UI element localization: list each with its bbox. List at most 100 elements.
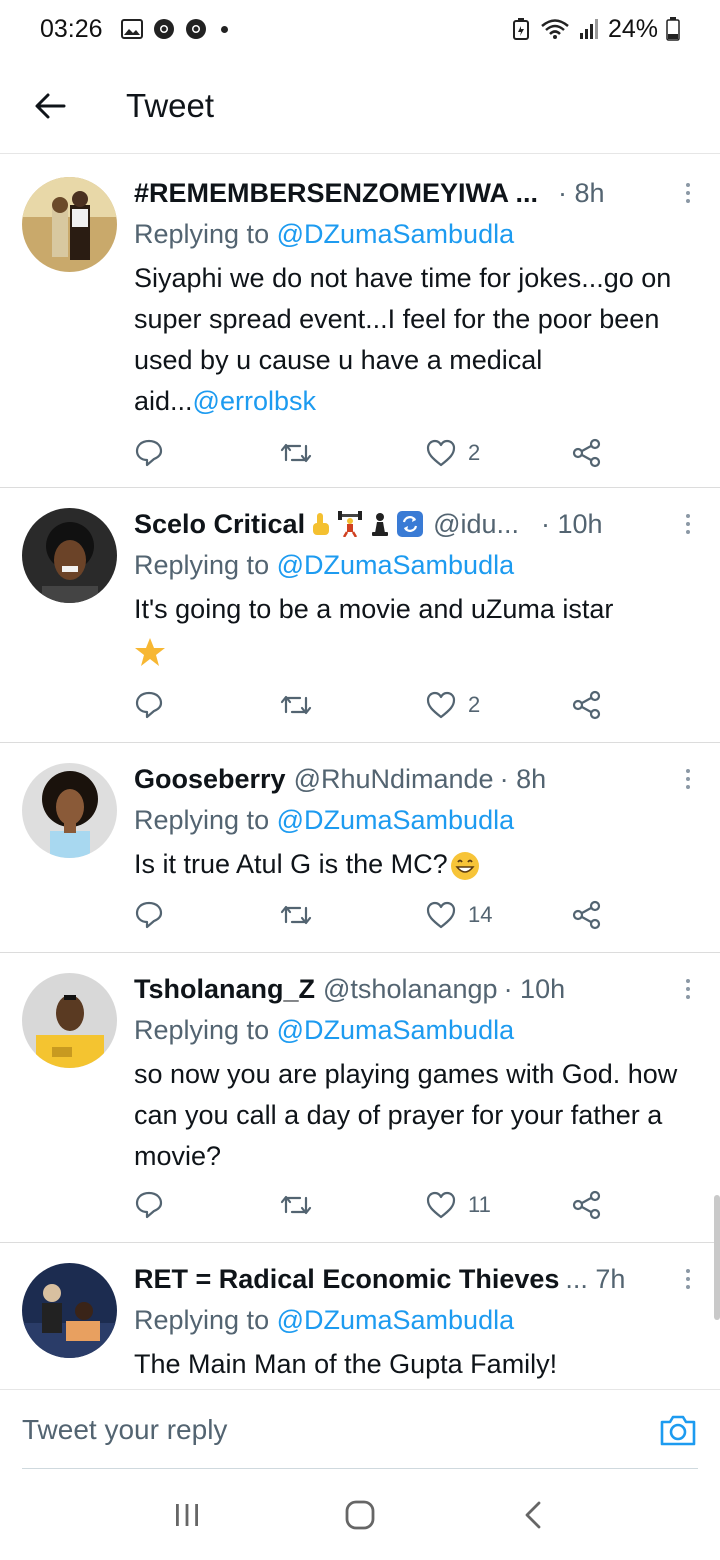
tweet-time: · 8h — [558, 177, 605, 208]
share-button[interactable] — [572, 1190, 602, 1220]
recent-apps-icon — [175, 1504, 198, 1526]
like-button[interactable]: 2 — [426, 691, 480, 719]
heart-icon — [426, 901, 456, 929]
weightlifter-emoji-icon — [337, 511, 363, 538]
replying-prefix: Replying to — [134, 805, 277, 835]
pointing-up-emoji-icon — [307, 511, 333, 537]
more-notifications-dot-icon — [220, 25, 228, 33]
more-options-icon[interactable] — [678, 1264, 698, 1294]
home-button[interactable] — [330, 1485, 390, 1545]
chess-pawn-emoji-icon — [367, 511, 393, 537]
like-count: 14 — [468, 902, 493, 927]
author-handle[interactable]: @tsholanangp — [323, 974, 498, 1005]
gallery-notification-icon — [120, 18, 143, 40]
signal-icon — [578, 18, 600, 40]
retweet-button[interactable] — [280, 440, 312, 466]
retweet-button[interactable] — [280, 902, 312, 928]
tweet-item[interactable]: Tsholanang_Z @tsholanangp · 10h Replying… — [0, 953, 720, 1243]
reply-icon — [135, 439, 163, 467]
like-button[interactable]: 14 — [426, 901, 492, 929]
replying-to-mention[interactable]: @DZumaSambudla — [277, 1305, 515, 1335]
recent-apps-button[interactable] — [157, 1485, 217, 1545]
author-name[interactable]: #REMEMBERSENZOMEYIWA ... — [134, 178, 538, 209]
replying-prefix: Replying to — [134, 1305, 277, 1335]
tweet-item[interactable]: #REMEMBERSENZOMEYIWA ... · 8h Replying t… — [0, 155, 720, 488]
share-button[interactable] — [572, 438, 602, 468]
heart-icon — [426, 691, 456, 719]
reply-button[interactable] — [134, 438, 164, 468]
tweet-time: · 10h — [503, 973, 566, 1004]
battery-percent: 24% — [607, 14, 658, 43]
more-options-icon[interactable] — [678, 974, 698, 1004]
top-app-bar: Tweet — [0, 58, 720, 154]
tweet-time: · 8h — [499, 763, 547, 794]
avatar[interactable] — [22, 763, 117, 858]
reply-composer[interactable]: Tweet your reply — [0, 1389, 720, 1469]
tweet-header: Tsholanang_Z @tsholanangp · 10h — [134, 969, 698, 1009]
back-arrow-icon — [35, 93, 66, 118]
tweet-item[interactable]: Scelo Critical @idu... · 10h Replying to… — [0, 488, 720, 743]
tweet-item[interactable]: Gooseberry @RhuNdimande · 8h Replying to… — [0, 743, 720, 953]
back-button[interactable] — [20, 76, 80, 136]
wifi-icon — [540, 18, 570, 40]
heart-icon — [426, 1191, 456, 1219]
replying-to: Replying to @DZumaSambudla — [134, 547, 698, 583]
author-name[interactable]: Tsholanang_Z — [134, 974, 315, 1005]
status-bar: 03:26 24% — [0, 0, 720, 58]
scrollbar-thumb[interactable] — [714, 1195, 720, 1320]
more-options-icon[interactable] — [678, 764, 698, 794]
author-handle[interactable]: @RhuNdimande — [294, 764, 494, 795]
system-navigation-bar — [0, 1470, 720, 1560]
more-options-icon[interactable] — [678, 509, 698, 539]
tweet-text: so now you are playing games with God. h… — [134, 1059, 678, 1171]
like-button[interactable]: 2 — [426, 439, 480, 467]
author-name[interactable]: Scelo Critical — [134, 509, 305, 540]
reply-button[interactable] — [134, 690, 164, 720]
battery-saver-icon — [510, 18, 532, 40]
avatar[interactable] — [22, 508, 117, 603]
like-count: 2 — [468, 692, 481, 717]
battery-icon — [666, 17, 680, 41]
replying-to-mention[interactable]: @DZumaSambudla — [277, 550, 515, 580]
retweet-button[interactable] — [280, 1192, 312, 1218]
reply-input-underline — [22, 1468, 698, 1469]
tweet-item[interactable]: RET = Radical Economic Thieves ... 7h Re… — [0, 1243, 720, 1388]
system-back-button[interactable] — [503, 1485, 563, 1545]
reply-icon — [135, 691, 163, 719]
tweet-text-content: Is it true Atul G is the MC? — [134, 849, 448, 879]
tweet-actions: 14 — [134, 895, 614, 935]
avatar[interactable] — [22, 1263, 117, 1358]
author-name[interactable]: RET = Radical Economic Thieves — [134, 1264, 559, 1295]
replying-prefix: Replying to — [134, 550, 277, 580]
like-button[interactable]: 11 — [426, 1191, 491, 1219]
replying-to-mention[interactable]: @DZumaSambudla — [277, 805, 515, 835]
reply-button[interactable] — [134, 1190, 164, 1220]
share-button[interactable] — [572, 900, 602, 930]
page-title: Tweet — [126, 86, 215, 124]
share-button[interactable] — [572, 690, 602, 720]
avatar[interactable] — [22, 177, 117, 272]
more-options-icon[interactable] — [678, 178, 698, 208]
reply-input[interactable]: Tweet your reply — [22, 1414, 227, 1446]
author-name[interactable]: Gooseberry — [134, 764, 286, 795]
tweet-actions: 2 — [134, 685, 614, 725]
tweet-text-mention[interactable]: @errolbsk — [193, 386, 316, 416]
replies-feed[interactable]: #REMEMBERSENZOMEYIWA ... · 8h Replying t… — [0, 155, 720, 1388]
like-count: 11 — [468, 1192, 491, 1217]
retweet-icon — [280, 905, 312, 925]
replying-to-mention[interactable]: @DZumaSambudla — [277, 219, 515, 249]
reply-button[interactable] — [134, 900, 164, 930]
replying-to-mention[interactable]: @DZumaSambudla — [277, 1015, 515, 1045]
share-icon — [572, 438, 601, 468]
tweet-time: ... 7h — [565, 1263, 626, 1294]
author-handle[interactable]: @idu... — [433, 509, 519, 540]
star-emoji-icon — [134, 636, 166, 668]
avatar[interactable] — [22, 973, 117, 1068]
retweet-button[interactable] — [280, 692, 312, 718]
camera-icon — [660, 1415, 696, 1445]
retweet-icon — [280, 1195, 312, 1215]
replying-to: Replying to @DZumaSambudla — [134, 1302, 698, 1338]
camera-button[interactable] — [658, 1410, 698, 1450]
retweet-icon — [280, 443, 312, 463]
chevron-left-icon — [525, 1501, 541, 1529]
